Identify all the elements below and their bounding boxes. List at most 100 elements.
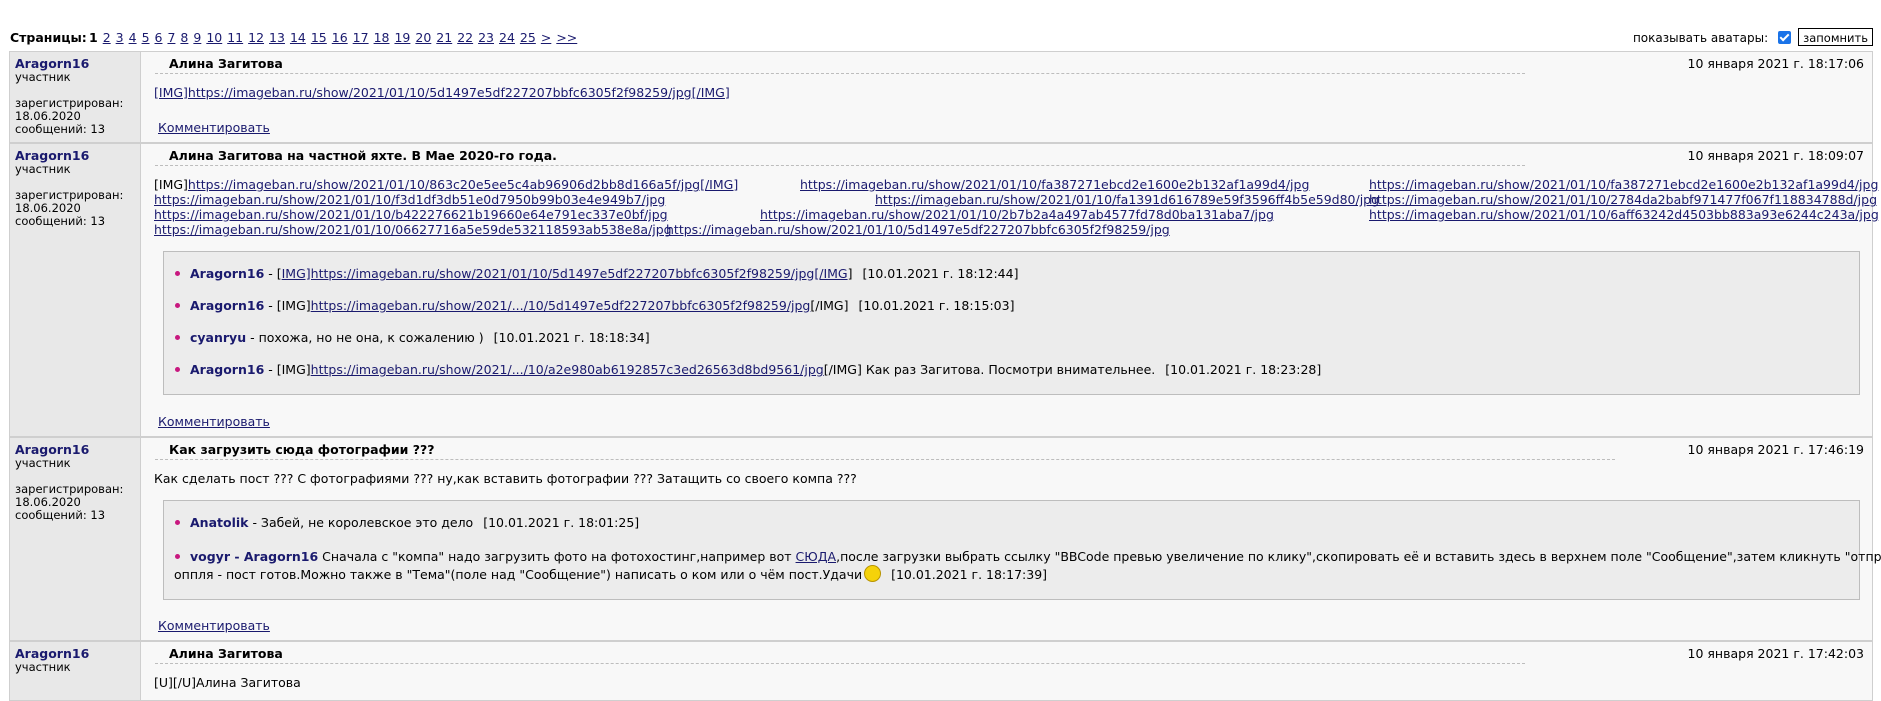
author-panel: Aragorn16 участник зарегистрирован: 18.0…: [10, 144, 141, 436]
show-avatars-label: показывать аватары:: [1632, 31, 1769, 45]
next-page-link[interactable]: >: [541, 30, 551, 45]
post-body: Алина Загитова 10 января 2021 г. 18:17:0…: [152, 52, 1864, 142]
post-text-prefix[interactable]: [IMG]: [154, 85, 188, 100]
pagination-bar: Страницы: 1 2 3 4 5 6 7 8 9 10 11 12 13 14 15 16 17 18 19 2…: [10, 28, 1873, 50]
bullet-icon: [175, 303, 180, 308]
post-link[interactable]: https://imageban.ru/show/2021/01/10/2b7b…: [760, 207, 1274, 222]
comment-author[interactable]: Aragorn16: [190, 362, 264, 377]
post-date: 10 января 2021 г. 18:17:06: [1687, 56, 1864, 71]
post-title: Алина Загитова: [169, 646, 283, 661]
page-link[interactable]: 16: [332, 30, 348, 45]
bullet-icon: [175, 271, 180, 276]
page-link[interactable]: 4: [129, 30, 137, 45]
author-panel: Aragorn16 участник зарегистрирован: 18.0…: [10, 52, 141, 142]
post-link[interactable]: https://imageban.ru/show/2021/01/10/fa13…: [875, 192, 1379, 207]
page-link[interactable]: 7: [167, 30, 175, 45]
author-role: участник: [15, 456, 71, 470]
comment-timestamp: [10.01.2021 г. 18:15:03]: [858, 298, 1015, 313]
comment-button[interactable]: Комментировать: [158, 618, 270, 633]
author-msg-count: сообщений: 13: [15, 214, 106, 228]
page-link[interactable]: 24: [499, 30, 515, 45]
post-date: 10 января 2021 г. 18:09:07: [1687, 148, 1864, 163]
page-link[interactable]: 21: [436, 30, 452, 45]
post-body: Как загрузить сюда фотографии ??? 10 янв…: [152, 438, 1881, 640]
comment-link[interactable]: IMG]https://imageban.ru/show/2021/01/10/…: [282, 266, 848, 281]
comment-timestamp: [10.01.2021 г. 18:17:39]: [891, 567, 1048, 582]
post-link[interactable]: https://imageban.ru/show/2021/01/10/5d14…: [188, 85, 730, 100]
page-link[interactable]: 6: [155, 30, 163, 45]
page-link[interactable]: 23: [478, 30, 494, 45]
bullet-icon: [175, 520, 180, 525]
author-nick[interactable]: Aragorn16: [15, 646, 140, 661]
current-page: 1: [89, 30, 98, 45]
post-link[interactable]: https://imageban.ru/show/2021/01/10/fa38…: [1369, 177, 1878, 192]
comment-text: [/IMG] Как раз Загитова. Посмотри внимат…: [823, 362, 1156, 377]
comment-author[interactable]: Anatolik: [190, 515, 248, 530]
title-divider: [155, 165, 1525, 166]
page-link[interactable]: 25: [520, 30, 536, 45]
page-link[interactable]: 12: [248, 30, 264, 45]
comment-link[interactable]: СЮДА: [796, 549, 837, 564]
post-link[interactable]: https://imageban.ru/show/2021/01/10/f3d1…: [154, 192, 665, 207]
page-link[interactable]: 10: [206, 30, 222, 45]
comment-timestamp: [10.01.2021 г. 18:12:44]: [862, 266, 1019, 281]
post-link[interactable]: https://imageban.ru/show/2021/01/10/b422…: [154, 207, 668, 222]
author-role: участник: [15, 70, 71, 84]
remember-button[interactable]: запомнить: [1798, 28, 1873, 46]
comment-author[interactable]: cyanryu: [190, 330, 246, 345]
comment-author[interactable]: vogyr - Aragorn16: [190, 549, 318, 564]
page-link[interactable]: 17: [353, 30, 369, 45]
comment-text: [/IMG]: [810, 298, 849, 313]
comment-link[interactable]: https://imageban.ru/show/2021/.../10/5d1…: [311, 298, 811, 313]
page-link[interactable]: 18: [374, 30, 390, 45]
show-avatars-control: показывать аватары:: [1633, 31, 1791, 45]
post-title: Как загрузить сюда фотографии ???: [169, 442, 435, 457]
forum-post: Aragorn16 участник зарегистрирован: 18.0…: [9, 143, 1879, 437]
comment-link[interactable]: https://imageban.ru/show/2021/.../10/a2e…: [311, 362, 824, 377]
page-link[interactable]: 20: [415, 30, 431, 45]
author-nick[interactable]: Aragorn16: [15, 56, 140, 71]
page-link[interactable]: 22: [457, 30, 473, 45]
comment-author[interactable]: Aragorn16: [190, 266, 264, 281]
bullet-icon: [175, 335, 180, 340]
comment-text: оппля - пост готов.Можно также в "Тема"(…: [174, 567, 863, 582]
page-list: 1 2 3 4 5 6 7 8 9 10 11 12 13 14 15 16 17 18 19 20 21 22 23 24 2…: [89, 30, 582, 45]
page-link[interactable]: 5: [142, 30, 150, 45]
post-link[interactable]: https://imageban.ru/show/2021/01/10/2784…: [1369, 192, 1877, 207]
page-link[interactable]: 19: [394, 30, 410, 45]
page-link[interactable]: 14: [290, 30, 306, 45]
page-link[interactable]: 3: [116, 30, 124, 45]
author-nick[interactable]: Aragorn16: [15, 442, 140, 457]
img-tag: [IMG]: [154, 177, 188, 192]
comment-text: - [IMG]: [264, 298, 311, 313]
author-role: участник: [15, 660, 71, 674]
post-link-line1: [IMG]https://imageban.ru/show/2021/01/10…: [154, 177, 738, 192]
show-avatars-checkbox[interactable]: [1778, 31, 1791, 44]
comment-timestamp: [10.01.2021 г. 18:01:25]: [483, 515, 640, 530]
comments-box: Anatolik - Забей, не королевское это дел…: [163, 500, 1881, 600]
post-link[interactable]: https://imageban.ru/show/2021/01/10/5d14…: [666, 222, 1170, 237]
comment-button[interactable]: Комментировать: [158, 414, 270, 429]
post-link[interactable]: https://imageban.ru/show/2021/01/10/fa38…: [800, 177, 1309, 192]
post-link[interactable]: https://imageban.ru/show/2021/01/10/6aff…: [1369, 207, 1879, 222]
comment-text: ,после загрузки выбрать ссылку "BBCode п…: [836, 549, 1881, 564]
last-page-link[interactable]: >>: [556, 30, 577, 45]
comment-button[interactable]: Комментировать: [158, 120, 270, 135]
comment-author[interactable]: Aragorn16: [190, 298, 264, 313]
post-link[interactable]: https://imageban.ru/show/2021/01/10/863c…: [188, 177, 738, 192]
page-link[interactable]: 11: [227, 30, 243, 45]
page-link[interactable]: 2: [103, 30, 111, 45]
comment-item: Aragorn16 - [IMG]https://imageban.ru/sho…: [175, 362, 1321, 377]
page-link[interactable]: 8: [180, 30, 188, 45]
forum-post: Aragorn16 участник зарегистрирован: 18.0…: [9, 51, 1873, 143]
author-nick[interactable]: Aragorn16: [15, 148, 140, 163]
comment-text: - похожа, но не она, к сожалению ): [246, 330, 484, 345]
author-role: участник: [15, 162, 71, 176]
comment-text: ]: [847, 266, 853, 281]
page-link[interactable]: 9: [193, 30, 201, 45]
page-link[interactable]: 15: [311, 30, 327, 45]
post-date: 10 января 2021 г. 17:42:03: [1687, 646, 1864, 661]
page-link[interactable]: 13: [269, 30, 285, 45]
comment-text: Сначала с "компа" надо загрузить фото на…: [318, 549, 796, 564]
post-link[interactable]: https://imageban.ru/show/2021/01/10/0662…: [154, 222, 672, 237]
